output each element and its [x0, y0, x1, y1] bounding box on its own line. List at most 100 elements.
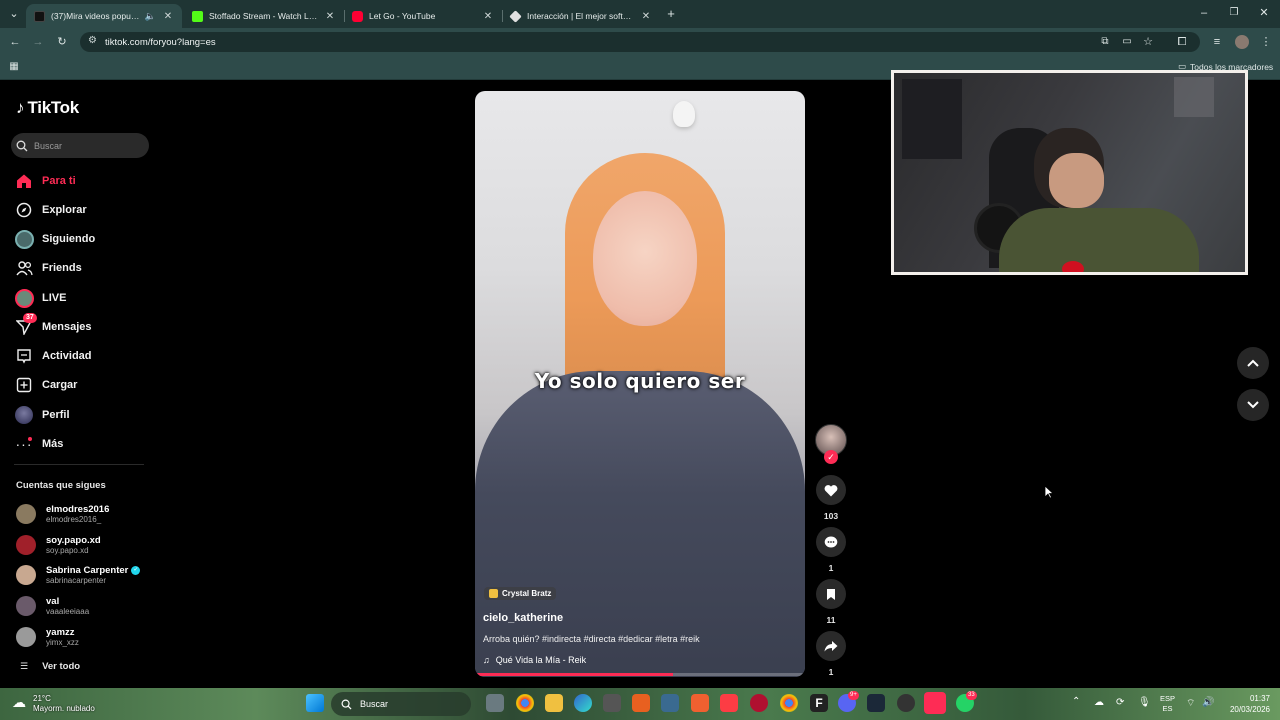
app-icon[interactable]: [632, 694, 650, 712]
close-tab-icon[interactable]: ✕: [324, 11, 336, 22]
close-tab-icon[interactable]: ✕: [482, 11, 494, 22]
apps-grid-icon[interactable]: ▦: [6, 60, 22, 74]
minimize-window-icon[interactable]: –: [1196, 6, 1212, 20]
nav-live[interactable]: LIVE: [14, 286, 144, 310]
chrome-icon[interactable]: [780, 694, 798, 712]
nav-friends[interactable]: Friends: [14, 256, 144, 280]
search-icon: [341, 699, 352, 710]
tab-search-icon[interactable]: ⌄: [6, 7, 22, 21]
nav-label: Más: [42, 438, 64, 450]
nav-cargar[interactable]: Cargar: [14, 373, 144, 397]
sidebar-divider: [14, 464, 144, 465]
weather-icon[interactable]: ☁: [12, 694, 26, 711]
volume-icon[interactable]: 🔊: [1202, 697, 1214, 708]
following-account-sabrina[interactable]: Sabrina Carpenter ✓ sabrinacarpenter: [16, 562, 156, 588]
sponsor-tag[interactable]: Crystal Bratz: [484, 587, 557, 600]
url-text: tiktok.com/foryou?lang=es: [105, 37, 216, 48]
weather-desc: Mayorm. nublado: [33, 704, 95, 713]
tray-sync-icon[interactable]: ⟳: [1116, 697, 1124, 708]
site-info-icon[interactable]: ⚙: [88, 35, 97, 46]
store-icon[interactable]: [603, 694, 621, 712]
reload-icon[interactable]: ↻: [54, 35, 70, 49]
media-control-icon[interactable]: ≡: [1209, 35, 1225, 49]
nav-mensajes[interactable]: 37 Mensajes: [14, 313, 144, 339]
close-window-icon[interactable]: ✕: [1256, 6, 1272, 20]
account-name: val: [46, 595, 60, 607]
comment-icon: [816, 527, 846, 557]
tab-stream[interactable]: Stoffado Stream - Watch Live o ✕: [184, 4, 344, 28]
nav-actividad[interactable]: Actividad: [14, 344, 144, 368]
following-account-soy-papo[interactable]: soy.papo.xd soy.papo.xd: [16, 532, 156, 558]
nav-siguiendo[interactable]: Siguiendo: [14, 227, 144, 251]
tab-title: Interacción | El mejor software g: [527, 11, 634, 21]
following-account-val[interactable]: val vaaaleeiaaa: [16, 593, 156, 619]
translate-icon[interactable]: ⧉: [1097, 35, 1113, 49]
chrome-menu-icon[interactable]: ⋮: [1258, 35, 1274, 49]
app-icon[interactable]: [691, 694, 709, 712]
tray-app-icon[interactable]: ☁: [1094, 697, 1104, 708]
save-action[interactable]: 11: [816, 579, 846, 625]
back-icon[interactable]: ←: [7, 35, 23, 49]
music-info[interactable]: ♫ Qué Vida la Mía - Reik: [483, 655, 586, 665]
close-tab-icon[interactable]: ✕: [640, 11, 652, 22]
following-account-elmodres2016[interactable]: elmodres2016 elmodres2016_: [16, 501, 156, 527]
following-account-yamzz[interactable]: yamzz yimx_xzz: [16, 624, 156, 650]
address-bar[interactable]: ⚙ tiktok.com/foryou?lang=es: [80, 32, 1200, 52]
search-box[interactable]: Buscar: [11, 133, 149, 158]
video-player[interactable]: Yo solo quiero ser Crystal Bratz cielo_k…: [475, 91, 805, 677]
follow-check-icon[interactable]: ✓: [824, 450, 838, 464]
start-button[interactable]: [306, 694, 324, 712]
video-progress-track[interactable]: [475, 673, 805, 676]
music-app-icon[interactable]: [720, 694, 738, 712]
search-input[interactable]: Buscar: [34, 141, 62, 151]
taskbar-search[interactable]: Buscar: [331, 692, 471, 716]
nav-perfil[interactable]: Perfil: [14, 403, 144, 427]
tab-interaccion[interactable]: Interacción | El mejor software g ✕: [502, 4, 660, 28]
nav-explorar[interactable]: Explorar: [14, 198, 144, 222]
app-icon[interactable]: [661, 694, 679, 712]
steam-icon[interactable]: [867, 694, 885, 712]
figma-icon[interactable]: F: [810, 694, 828, 712]
weather-widget[interactable]: 21°C Mayorm. nublado: [33, 694, 95, 714]
task-view-icon[interactable]: [486, 694, 504, 712]
webcam-overlay: [891, 70, 1248, 275]
comment-action[interactable]: 1: [816, 527, 846, 573]
profile-avatar[interactable]: [1235, 35, 1249, 49]
like-action[interactable]: 103: [816, 475, 846, 521]
close-tab-icon[interactable]: ✕: [162, 11, 174, 22]
subject-face: [593, 191, 697, 326]
language-indicator[interactable]: ESP ES: [1160, 694, 1175, 714]
next-video-button[interactable]: [1237, 389, 1269, 421]
chrome-icon[interactable]: [516, 694, 534, 712]
share-action[interactable]: 1: [816, 631, 846, 677]
tray-overflow-icon[interactable]: ⌃: [1072, 696, 1080, 707]
forward-icon[interactable]: →: [30, 35, 46, 49]
restore-window-icon[interactable]: ❐: [1226, 6, 1242, 20]
wifi-icon[interactable]: ⌔: [1186, 697, 1195, 710]
nav-mas[interactable]: ··· Más: [14, 432, 144, 456]
video-author[interactable]: cielo_katherine: [483, 612, 563, 624]
clock[interactable]: 01:37 20/03/2026: [1214, 693, 1270, 715]
share-icon: [816, 631, 846, 661]
see-all-button[interactable]: ☰ Ver todo: [20, 661, 80, 672]
microphone-icon[interactable]: 🎙: [1138, 697, 1151, 708]
account-name: Sabrina Carpenter: [46, 564, 129, 576]
nav-label: Explorar: [42, 204, 87, 216]
bookmark-star-icon[interactable]: ☆: [1140, 35, 1156, 49]
tab-youtube[interactable]: Let Go - YouTube ✕: [344, 4, 502, 28]
nav-para-ti[interactable]: Para ti: [14, 169, 144, 193]
previous-video-button[interactable]: [1237, 347, 1269, 379]
activity-icon: [14, 346, 34, 366]
edge-icon[interactable]: [574, 694, 592, 712]
nav-label: Siguiendo: [42, 233, 96, 245]
file-explorer-icon[interactable]: [545, 694, 563, 712]
opera-icon[interactable]: [750, 694, 768, 712]
tiktok-logo[interactable]: ♪ TikTok: [16, 98, 79, 118]
cast-icon[interactable]: ▭: [1119, 35, 1135, 49]
extensions-icon[interactable]: ⧠: [1174, 35, 1190, 49]
tiktok-taskbar-icon[interactable]: [924, 692, 946, 714]
new-tab-icon[interactable]: +: [663, 7, 679, 21]
audio-playing-icon[interactable]: 🔈: [145, 11, 156, 22]
app-icon[interactable]: [897, 694, 915, 712]
tab-tiktok[interactable]: (37)Mira videos populares a 🔈 ✕: [26, 4, 182, 28]
